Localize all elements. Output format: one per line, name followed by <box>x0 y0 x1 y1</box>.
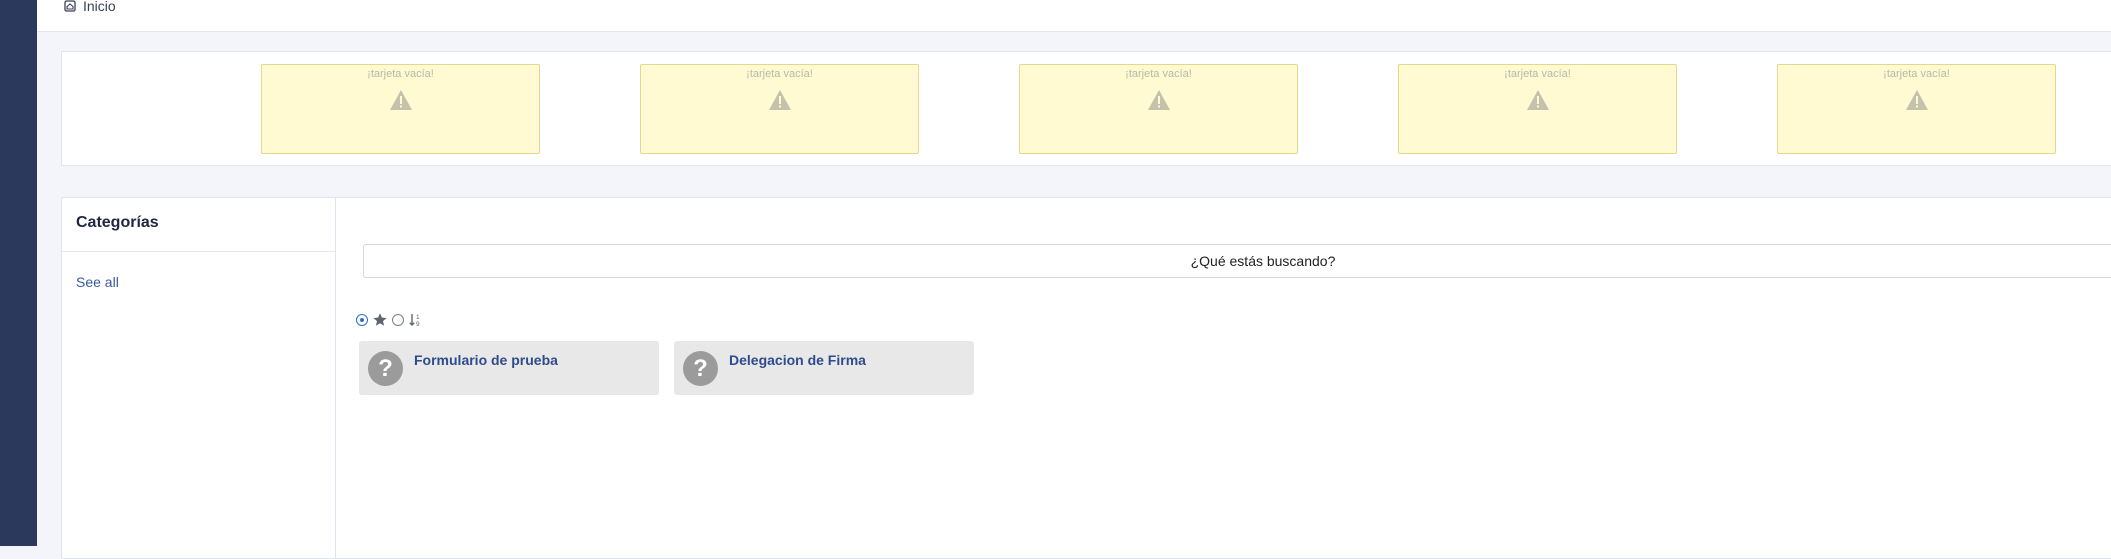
form-card[interactable]: ? Delegacion de Firma <box>674 341 974 395</box>
warning-icon <box>1526 90 1549 110</box>
form-card-title: Delegacion de Firma <box>729 352 866 368</box>
warning-icon <box>1905 90 1928 110</box>
filter-controls: 1 9 <box>356 312 424 328</box>
form-card[interactable]: ? Formulario de prueba <box>359 341 659 395</box>
empty-card-label: ¡tarjeta vacía! <box>746 68 813 80</box>
form-card-title: Formulario de prueba <box>414 352 558 368</box>
see-all-link[interactable]: See all <box>76 274 119 290</box>
warning-icon <box>1147 90 1170 110</box>
categories-title: Categorías <box>76 214 159 231</box>
question-icon: ? <box>683 351 718 386</box>
question-icon: ? <box>368 351 403 386</box>
empty-card: ¡tarjeta vacía! <box>261 64 540 154</box>
empty-card: ¡tarjeta vacía! <box>1777 64 2056 154</box>
warning-icon <box>389 90 412 110</box>
empty-card: ¡tarjeta vacía! <box>1019 64 1298 154</box>
empty-card-label: ¡tarjeta vacía! <box>1125 68 1192 80</box>
empty-card-label: ¡tarjeta vacía! <box>1883 68 1950 80</box>
empty-cards-panel: ¡tarjeta vacía! ¡tarjeta vacía! ¡tarjeta… <box>61 51 2111 166</box>
forms-panel: Categorías See all 1 9 ? Formulario de p… <box>61 197 2111 559</box>
home-icon <box>64 0 76 12</box>
empty-card-label: ¡tarjeta vacía! <box>367 68 434 80</box>
search-input[interactable] <box>363 244 2111 278</box>
app-sidebar <box>0 0 37 546</box>
svg-text:1: 1 <box>416 314 420 321</box>
svg-text:9: 9 <box>416 321 420 328</box>
categories-divider <box>62 251 335 252</box>
categories-column: Categorías See all <box>62 198 336 558</box>
sort-icon[interactable]: 1 9 <box>408 312 424 328</box>
top-bar: Inicio <box>37 0 2111 32</box>
empty-card-label: ¡tarjeta vacía! <box>1504 68 1571 80</box>
filter-all-radio[interactable] <box>356 314 368 326</box>
star-icon[interactable] <box>372 312 388 328</box>
warning-icon <box>768 90 791 110</box>
breadcrumb[interactable]: Inicio <box>63 0 116 14</box>
filter-favorites-radio[interactable] <box>392 314 404 326</box>
breadcrumb-home-label: Inicio <box>83 0 116 14</box>
empty-card: ¡tarjeta vacía! <box>1398 64 1677 154</box>
empty-card: ¡tarjeta vacía! <box>640 64 919 154</box>
